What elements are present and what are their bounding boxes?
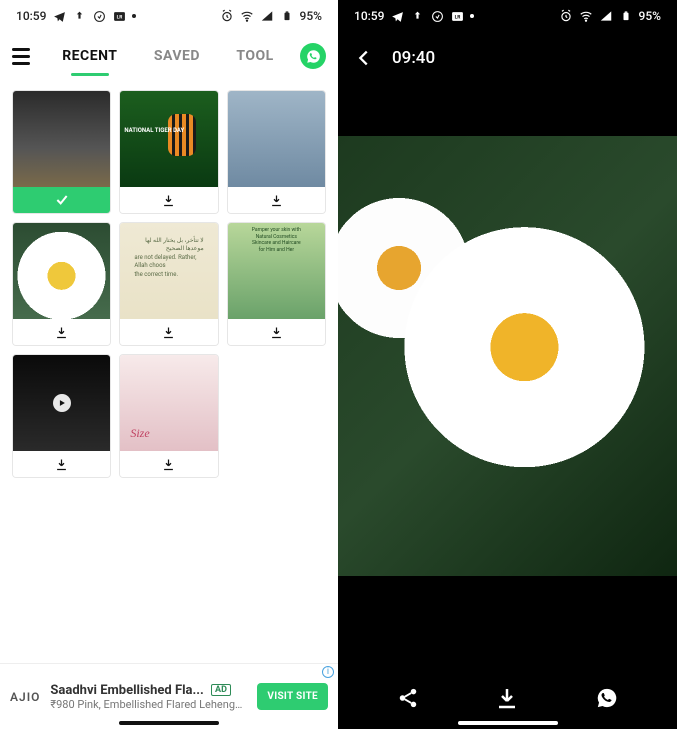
download-button[interactable] [13, 319, 110, 345]
home-indicator[interactable] [458, 721, 558, 725]
battery-icon [619, 9, 633, 23]
thumbnail[interactable]: Pamper your skin with Natural Cosmetics … [228, 223, 325, 319]
alarm-icon [220, 9, 234, 23]
grid-item[interactable] [227, 90, 326, 214]
signal-icon [599, 9, 613, 23]
grid-item[interactable]: لا تتأخر، بل يختار الله لها موعدها الصحي… [119, 222, 218, 346]
upload-icon [72, 9, 86, 23]
thumbnail[interactable] [13, 223, 110, 319]
battery-icon [280, 9, 294, 23]
thumb-caption: NATIONAL TIGER DAY [124, 127, 184, 134]
status-bar: 10:59 LR 95% [0, 0, 338, 32]
grid-item[interactable] [12, 222, 111, 346]
download-button[interactable] [120, 187, 217, 213]
grid-item[interactable] [12, 354, 111, 478]
home-indicator[interactable] [119, 721, 219, 725]
viewer-image [338, 136, 677, 576]
thumb-text-ar: لا تتأخر، بل يختار الله لها موعدها الصحي… [134, 237, 203, 254]
tab-tool[interactable]: TOOL [232, 42, 277, 70]
selected-indicator[interactable] [13, 187, 110, 213]
download-icon [161, 192, 177, 208]
download-icon [54, 324, 70, 340]
circle-arrow-icon [430, 9, 444, 23]
tab-recent[interactable]: RECENT [58, 42, 121, 70]
image-viewer[interactable] [338, 84, 677, 667]
ad-info-icon[interactable]: i [322, 666, 334, 678]
share-button[interactable] [392, 682, 424, 714]
download-icon [268, 324, 284, 340]
notification-dot-icon [132, 14, 136, 18]
download-button[interactable] [120, 451, 217, 477]
thumb-text: Pamper your skin with Natural Cosmetics … [232, 227, 321, 253]
download-icon [54, 456, 70, 472]
thumbnail[interactable]: Size [120, 355, 217, 451]
circle-arrow-icon [92, 9, 106, 23]
download-icon [268, 192, 284, 208]
thumb-text: Size [130, 426, 149, 441]
app-header: RECENT SAVED TOOL [0, 32, 338, 80]
lr-badge-icon: LR [112, 9, 126, 23]
thumbnail[interactable] [228, 91, 325, 187]
download-icon [161, 324, 177, 340]
thumbnail[interactable]: لا تتأخر، بل يختار الله لها موعدها الصحي… [120, 223, 217, 319]
telegram-icon [52, 9, 66, 23]
download-button[interactable] [120, 319, 217, 345]
wifi-icon [240, 9, 254, 23]
download-button[interactable] [13, 451, 110, 477]
svg-text:LR: LR [117, 14, 123, 20]
thumbnail[interactable] [13, 91, 110, 187]
thumbnail[interactable] [13, 355, 110, 451]
ad-badge: AD [211, 684, 231, 696]
status-battery: 95% [300, 9, 322, 23]
grid-item[interactable]: NATIONAL TIGER DAY [119, 90, 218, 214]
menu-button[interactable] [12, 44, 36, 68]
status-time: 10:59 [16, 9, 46, 23]
status-battery: 95% [639, 9, 661, 23]
ad-banner[interactable]: i AJIO Saadhvi Embellished Fla... AD ₹98… [0, 663, 338, 729]
svg-text:LR: LR [455, 14, 461, 20]
wifi-icon [579, 9, 593, 23]
play-icon [53, 394, 71, 412]
thumb-text: are not delayed. Rather, Allah choos the… [134, 254, 203, 279]
telegram-icon [390, 9, 404, 23]
signal-icon [260, 9, 274, 23]
viewer-header: 09:40 [338, 32, 677, 84]
whatsapp-button[interactable] [300, 43, 326, 69]
status-grid: NATIONAL TIGER DAY لا تتأخر، بل يختار ال… [0, 80, 338, 663]
ad-subtitle: ₹980 Pink, Embellished Flared Lehenga Ch… [50, 698, 247, 711]
download-button[interactable] [228, 187, 325, 213]
tab-saved[interactable]: SAVED [150, 42, 204, 70]
viewer-actions [338, 667, 677, 729]
upload-icon [410, 9, 424, 23]
download-button[interactable] [491, 682, 523, 714]
ad-title: Saadhvi Embellished Fla... [50, 683, 203, 698]
tabs: RECENT SAVED TOOL [44, 42, 292, 70]
grid-item[interactable]: Size [119, 354, 218, 478]
ad-cta-button[interactable]: VISIT SITE [257, 683, 328, 710]
phone-left: 10:59 LR 95% RECENT SAVED TOOL [0, 0, 338, 729]
grid-item[interactable]: Pamper your skin with Natural Cosmetics … [227, 222, 326, 346]
lr-badge-icon: LR [450, 9, 464, 23]
notification-dot-icon [470, 14, 474, 18]
download-button[interactable] [228, 319, 325, 345]
whatsapp-share-button[interactable] [591, 682, 623, 714]
thumbnail[interactable]: NATIONAL TIGER DAY [120, 91, 217, 187]
status-time: 10:59 [354, 9, 384, 23]
ad-logo: AJIO [10, 690, 40, 704]
status-bar: 10:59 LR 95% [338, 0, 677, 32]
phone-right: 10:59 LR 95% 09:40 [338, 0, 677, 729]
download-icon [161, 456, 177, 472]
viewer-title: 09:40 [392, 48, 435, 68]
back-button[interactable] [352, 46, 376, 70]
grid-item[interactable] [12, 90, 111, 214]
alarm-icon [559, 9, 573, 23]
